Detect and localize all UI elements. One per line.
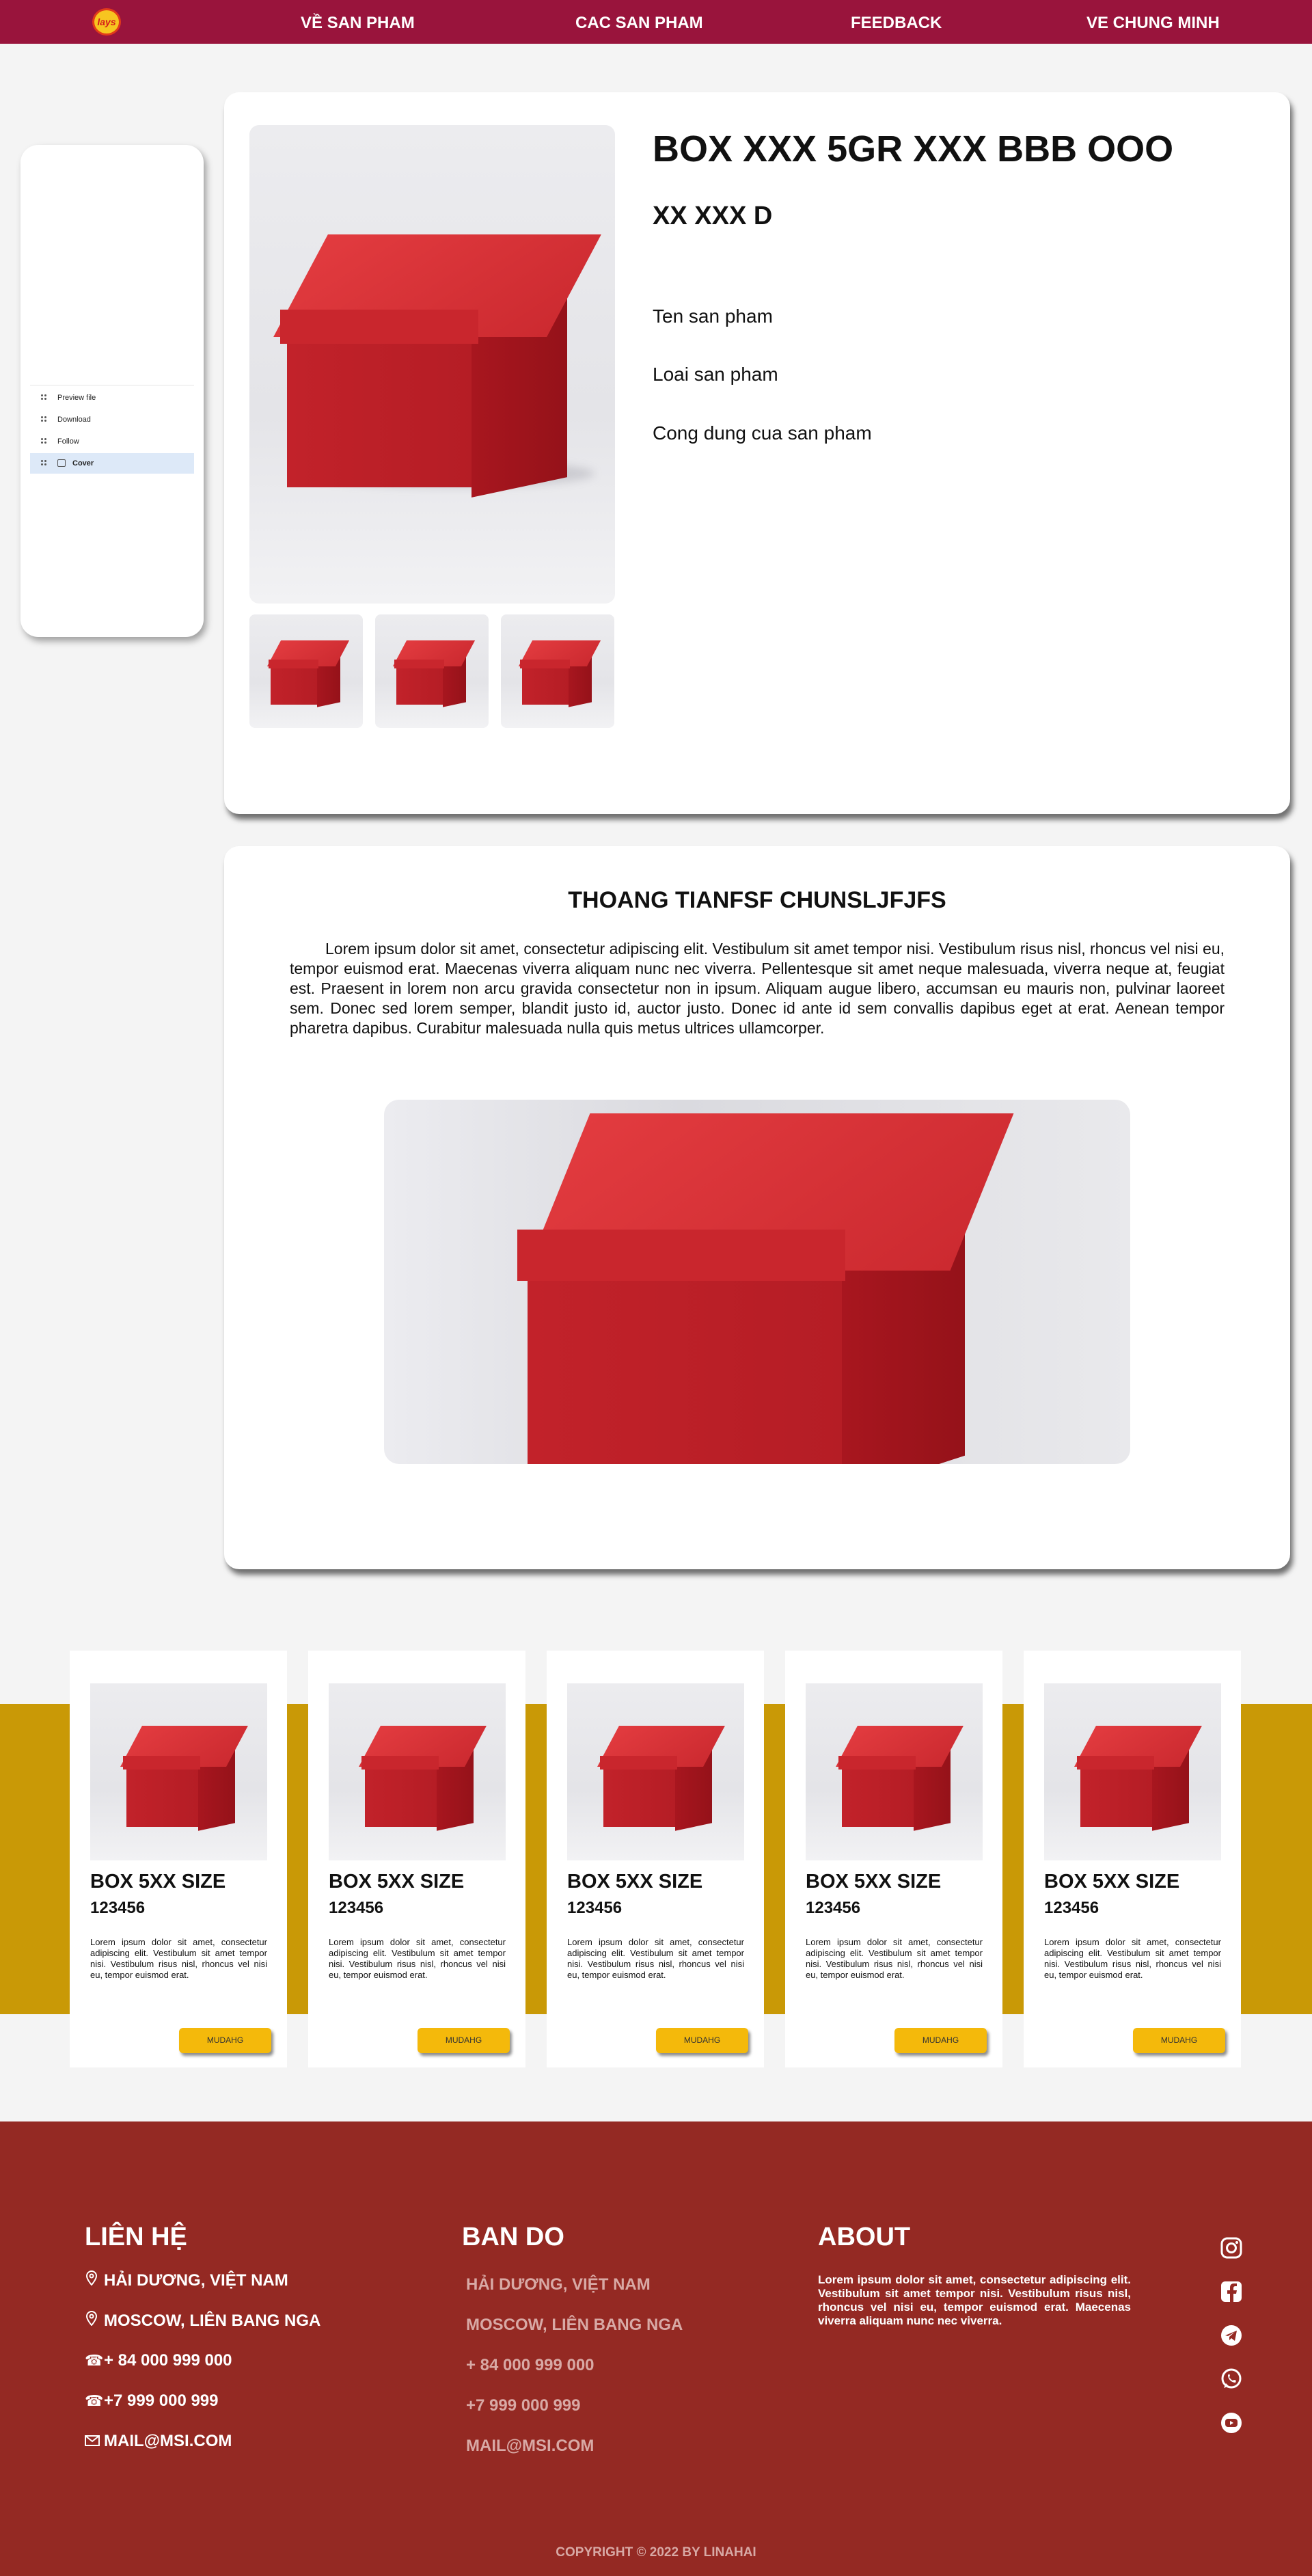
youtube-icon[interactable] bbox=[1220, 2411, 1243, 2435]
contact-item[interactable]: MAIL@MSI.COM bbox=[85, 2432, 232, 2451]
lays-logo[interactable]: lays bbox=[92, 8, 121, 36]
contact-item[interactable]: ☎+ 84 000 999 000 bbox=[85, 2351, 232, 2370]
map-item[interactable]: +7 999 000 999 bbox=[466, 2396, 581, 2415]
menu-item-preview-file[interactable]: Preview file bbox=[30, 388, 194, 408]
product-card-button[interactable]: MUDAHG bbox=[418, 2028, 510, 2053]
nav-item-about-product[interactable]: VỀ SAN PHAM bbox=[301, 14, 415, 33]
description-image bbox=[384, 1100, 1130, 1464]
drag-handle-icon bbox=[41, 394, 48, 401]
about-text: Lorem ipsum dolor sit amet, consectetur … bbox=[818, 2273, 1131, 2327]
map-title: BAN DO bbox=[462, 2223, 564, 2251]
product-name-line: Ten san pham bbox=[653, 306, 773, 327]
contact-text: MAIL@MSI.COM bbox=[104, 2432, 232, 2450]
product-card-image[interactable] bbox=[1044, 1683, 1221, 1860]
product-card: BOX 5XX SIZE 123456 Lorem ipsum dolor si… bbox=[308, 1651, 525, 2067]
product-card-button[interactable]: MUDAHG bbox=[894, 2028, 987, 2053]
location-pin-icon bbox=[85, 2310, 104, 2330]
about-title: ABOUT bbox=[818, 2223, 911, 2251]
menu-item-download[interactable]: Download bbox=[30, 409, 194, 430]
menu-item-label: Follow bbox=[57, 437, 79, 446]
product-card-code: 123456 bbox=[1044, 1899, 1099, 1917]
product-card-button[interactable]: MUDAHG bbox=[1133, 2028, 1225, 2053]
product-card-desc: Lorem ipsum dolor sit amet, consectetur … bbox=[329, 1937, 506, 1980]
contact-text: +7 999 000 999 bbox=[104, 2391, 219, 2410]
product-subtitle: XX XXX D bbox=[653, 202, 773, 230]
product-card-desc: Lorem ipsum dolor sit amet, consectetur … bbox=[567, 1937, 744, 1980]
top-navbar: lays VỀ SAN PHAM CAC SAN PHAM FEEDBACK V… bbox=[0, 0, 1312, 44]
product-card-desc: Lorem ipsum dolor sit amet, consectetur … bbox=[1044, 1937, 1221, 1980]
copyright-text: COPYRIGHT © 2022 BY LINAHAI bbox=[556, 2545, 756, 2560]
contact-item[interactable]: MOSCOW, LIÊN BANG NGA bbox=[85, 2310, 321, 2331]
contact-title: LIÊN HỆ bbox=[85, 2223, 187, 2251]
site-footer: LIÊN HỆ HẢI DƯƠNG, VIỆT NAM MOSCOW, LIÊN… bbox=[0, 2121, 1312, 2576]
location-pin-icon bbox=[85, 2270, 104, 2290]
map-item[interactable]: + 84 000 999 000 bbox=[466, 2356, 594, 2375]
contact-item[interactable]: ☎+7 999 000 999 bbox=[85, 2391, 219, 2411]
product-card-image[interactable] bbox=[806, 1683, 983, 1860]
product-type-line: Loai san pham bbox=[653, 364, 778, 385]
product-card-image[interactable] bbox=[90, 1683, 267, 1860]
phone-icon: ☎ bbox=[85, 2392, 104, 2409]
contact-text: HẢI DƯƠNG, VIỆT NAM bbox=[104, 2271, 288, 2290]
drag-handle-icon bbox=[41, 416, 48, 423]
description-text: Lorem ipsum dolor sit amet, consectetur … bbox=[290, 940, 1225, 1037]
menu-item-label: Download bbox=[57, 416, 91, 424]
product-card: BOX 5XX SIZE 123456 Lorem ipsum dolor si… bbox=[70, 1651, 287, 2067]
menu-item-label: Cover bbox=[72, 459, 94, 467]
mail-icon bbox=[85, 2432, 104, 2450]
product-card-name: BOX 5XX SIZE bbox=[329, 1871, 465, 1893]
logo-text: lays bbox=[97, 16, 116, 27]
product-thumbnail[interactable] bbox=[501, 614, 614, 728]
side-context-menu: Preview file Download Follow Cover bbox=[20, 145, 204, 637]
product-card-image[interactable] bbox=[329, 1683, 506, 1860]
product-card-image[interactable] bbox=[567, 1683, 744, 1860]
product-card-desc: Lorem ipsum dolor sit amet, consectetur … bbox=[806, 1937, 983, 1980]
contact-item[interactable]: HẢI DƯƠNG, VIỆT NAM bbox=[85, 2270, 288, 2290]
nav-item-about-us[interactable]: VE CHUNG MINH bbox=[1086, 14, 1220, 33]
menu-item-follow[interactable]: Follow bbox=[30, 431, 194, 452]
product-use-line: Cong dung cua san pham bbox=[653, 422, 872, 444]
product-card-code: 123456 bbox=[806, 1899, 861, 1917]
nav-item-feedback[interactable]: FEEDBACK bbox=[851, 14, 942, 33]
product-detail-card: BOX XXX 5GR XXX BBB OOO XX XXX D Ten san… bbox=[224, 92, 1290, 814]
product-card-name: BOX 5XX SIZE bbox=[1044, 1871, 1180, 1893]
product-description-card: THOANG TIANFSF CHUNSLJFJFS Lorem ipsum d… bbox=[224, 846, 1290, 1569]
product-card-code: 123456 bbox=[329, 1899, 384, 1917]
product-card-code: 123456 bbox=[567, 1899, 623, 1917]
map-item[interactable]: MOSCOW, LIÊN BANG NGA bbox=[466, 2316, 683, 2335]
whatsapp-icon[interactable] bbox=[1220, 2368, 1243, 2391]
product-card-button[interactable]: MUDAHG bbox=[656, 2028, 748, 2053]
telegram-icon[interactable] bbox=[1220, 2324, 1243, 2347]
product-card: BOX 5XX SIZE 123456 Lorem ipsum dolor si… bbox=[1024, 1651, 1241, 2067]
phone-icon: ☎ bbox=[85, 2352, 104, 2369]
instagram-icon[interactable] bbox=[1220, 2236, 1243, 2260]
product-card: BOX 5XX SIZE 123456 Lorem ipsum dolor si… bbox=[785, 1651, 1002, 2067]
drag-handle-icon bbox=[41, 438, 48, 445]
drag-handle-icon bbox=[41, 460, 48, 467]
menu-item-cover[interactable]: Cover bbox=[30, 453, 194, 474]
map-item[interactable]: HẢI DƯƠNG, VIỆT NAM bbox=[466, 2275, 651, 2294]
contact-text: MOSCOW, LIÊN BANG NGA bbox=[104, 2311, 321, 2330]
menu-item-label: Preview file bbox=[57, 394, 96, 402]
product-thumbnail[interactable] bbox=[249, 614, 363, 728]
nav-item-products[interactable]: CAC SAN PHAM bbox=[575, 14, 703, 33]
facebook-icon[interactable] bbox=[1220, 2280, 1243, 2303]
product-card-code: 123456 bbox=[90, 1899, 146, 1917]
product-thumbnail[interactable] bbox=[375, 614, 489, 728]
contact-text: + 84 000 999 000 bbox=[104, 2351, 232, 2370]
product-card: BOX 5XX SIZE 123456 Lorem ipsum dolor si… bbox=[547, 1651, 764, 2067]
cover-image-icon bbox=[57, 459, 66, 467]
product-card-name: BOX 5XX SIZE bbox=[567, 1871, 703, 1893]
product-card-name: BOX 5XX SIZE bbox=[90, 1871, 226, 1893]
product-card-desc: Lorem ipsum dolor sit amet, consectetur … bbox=[90, 1937, 267, 1980]
map-item[interactable]: MAIL@MSI.COM bbox=[466, 2437, 594, 2456]
product-card-name: BOX 5XX SIZE bbox=[806, 1871, 942, 1893]
description-title: THOANG TIANFSF CHUNSLJFJFS bbox=[568, 887, 946, 913]
product-title: BOX XXX 5GR XXX BBB OOO bbox=[653, 128, 1174, 170]
product-card-button[interactable]: MUDAHG bbox=[179, 2028, 271, 2053]
product-main-image[interactable] bbox=[249, 125, 615, 604]
